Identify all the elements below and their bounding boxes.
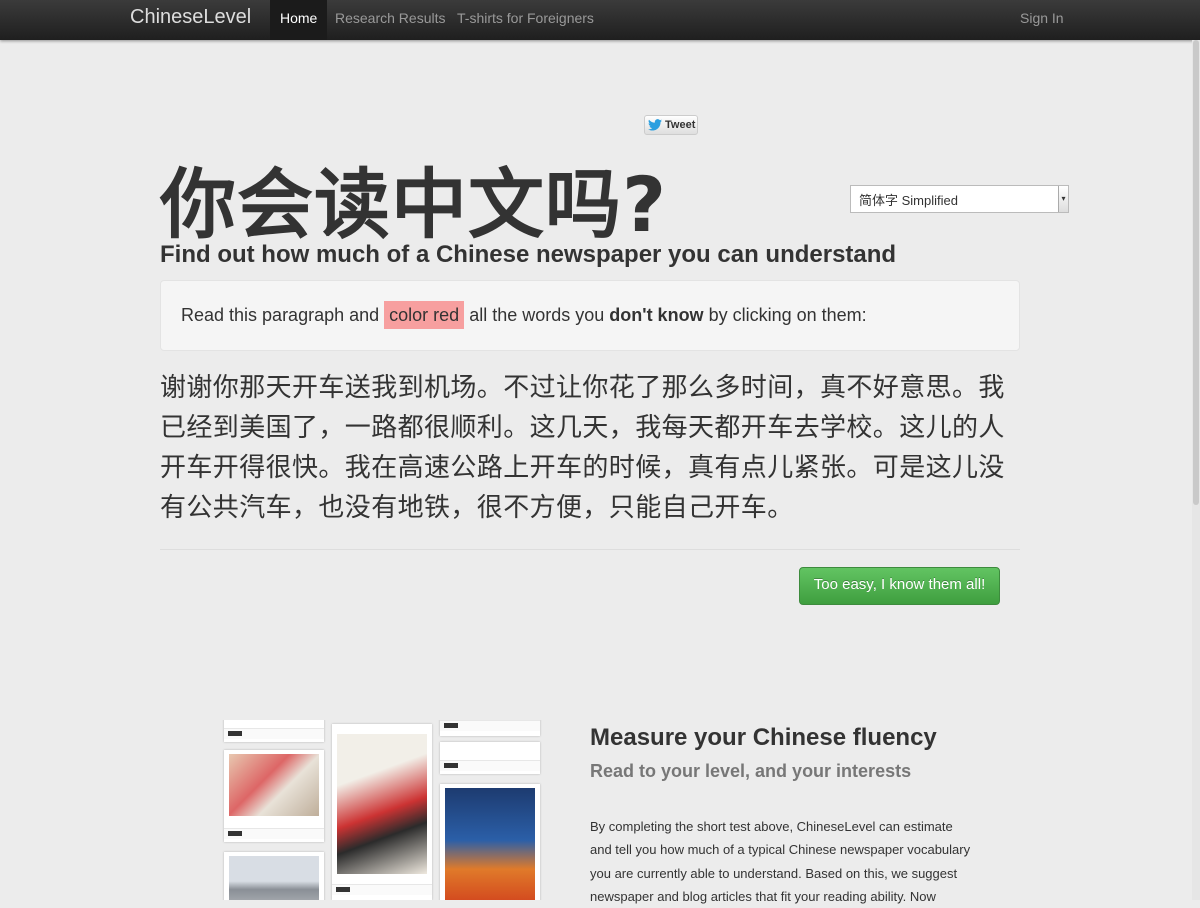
tweet-button[interactable]: Tweet bbox=[644, 115, 698, 135]
page-title: 你会读中文吗? bbox=[160, 160, 668, 249]
feature-body: By completing the short test above, Chin… bbox=[590, 819, 971, 904]
script-select-value: 简体字 Simplified bbox=[859, 193, 958, 208]
collage-card bbox=[224, 750, 324, 842]
instructions-text-3: by clicking on them: bbox=[708, 305, 867, 325]
tweet-label: Tweet bbox=[665, 119, 696, 131]
instructions-text-1: Read this paragraph and bbox=[181, 305, 380, 325]
sign-in-link[interactable]: Sign In bbox=[1010, 0, 1074, 40]
collage-card bbox=[440, 742, 540, 774]
app-screenshot-collage bbox=[222, 720, 544, 900]
color-red-chip: color red bbox=[384, 301, 465, 329]
brand-logo[interactable]: ChineseLevel bbox=[130, 6, 251, 29]
page-subtitle: Find out how much of a Chinese newspaper… bbox=[160, 241, 897, 268]
collage-card bbox=[224, 720, 324, 742]
twitter-bird-icon bbox=[648, 119, 662, 131]
instructions-box: Read this paragraph and color red all th… bbox=[160, 280, 1020, 351]
instructions-text-2: all the words you bbox=[469, 305, 605, 325]
nav-research-results[interactable]: Research Results bbox=[325, 0, 456, 40]
script-select[interactable]: 简体字 Simplified ▾ bbox=[850, 185, 1069, 213]
divider bbox=[160, 549, 1020, 550]
collage-card bbox=[440, 784, 540, 900]
top-navbar: ChineseLevel Home Research Results T-shi… bbox=[0, 0, 1200, 40]
airplane-photo bbox=[229, 856, 319, 900]
chevron-down-icon[interactable]: ▾ bbox=[1058, 186, 1068, 212]
scrollbar-thumb[interactable] bbox=[1193, 40, 1199, 505]
collage-card bbox=[440, 720, 540, 736]
page-scrollbar[interactable] bbox=[1192, 40, 1200, 900]
collage-card bbox=[224, 852, 324, 900]
magazine-cover bbox=[445, 788, 535, 900]
nav-tshirts[interactable]: T-shirts for Foreigners bbox=[447, 0, 604, 40]
test-paragraph[interactable]: 谢谢你那天开车送我到机场。不过让你花了那么多时间，真不好意思。我已经到美国了，一… bbox=[160, 368, 1030, 528]
nav-home[interactable]: Home bbox=[270, 0, 328, 40]
feature-subtitle: Read to your level, and your interests bbox=[590, 761, 912, 781]
too-easy-button[interactable]: Too easy, I know them all! bbox=[799, 567, 1000, 605]
movie-poster bbox=[337, 734, 427, 874]
feature-title: Measure your Chinese fluency bbox=[590, 724, 937, 751]
instructions-bold: don't know bbox=[609, 305, 704, 325]
collage-card bbox=[332, 724, 432, 900]
classroom-photo bbox=[229, 754, 319, 816]
